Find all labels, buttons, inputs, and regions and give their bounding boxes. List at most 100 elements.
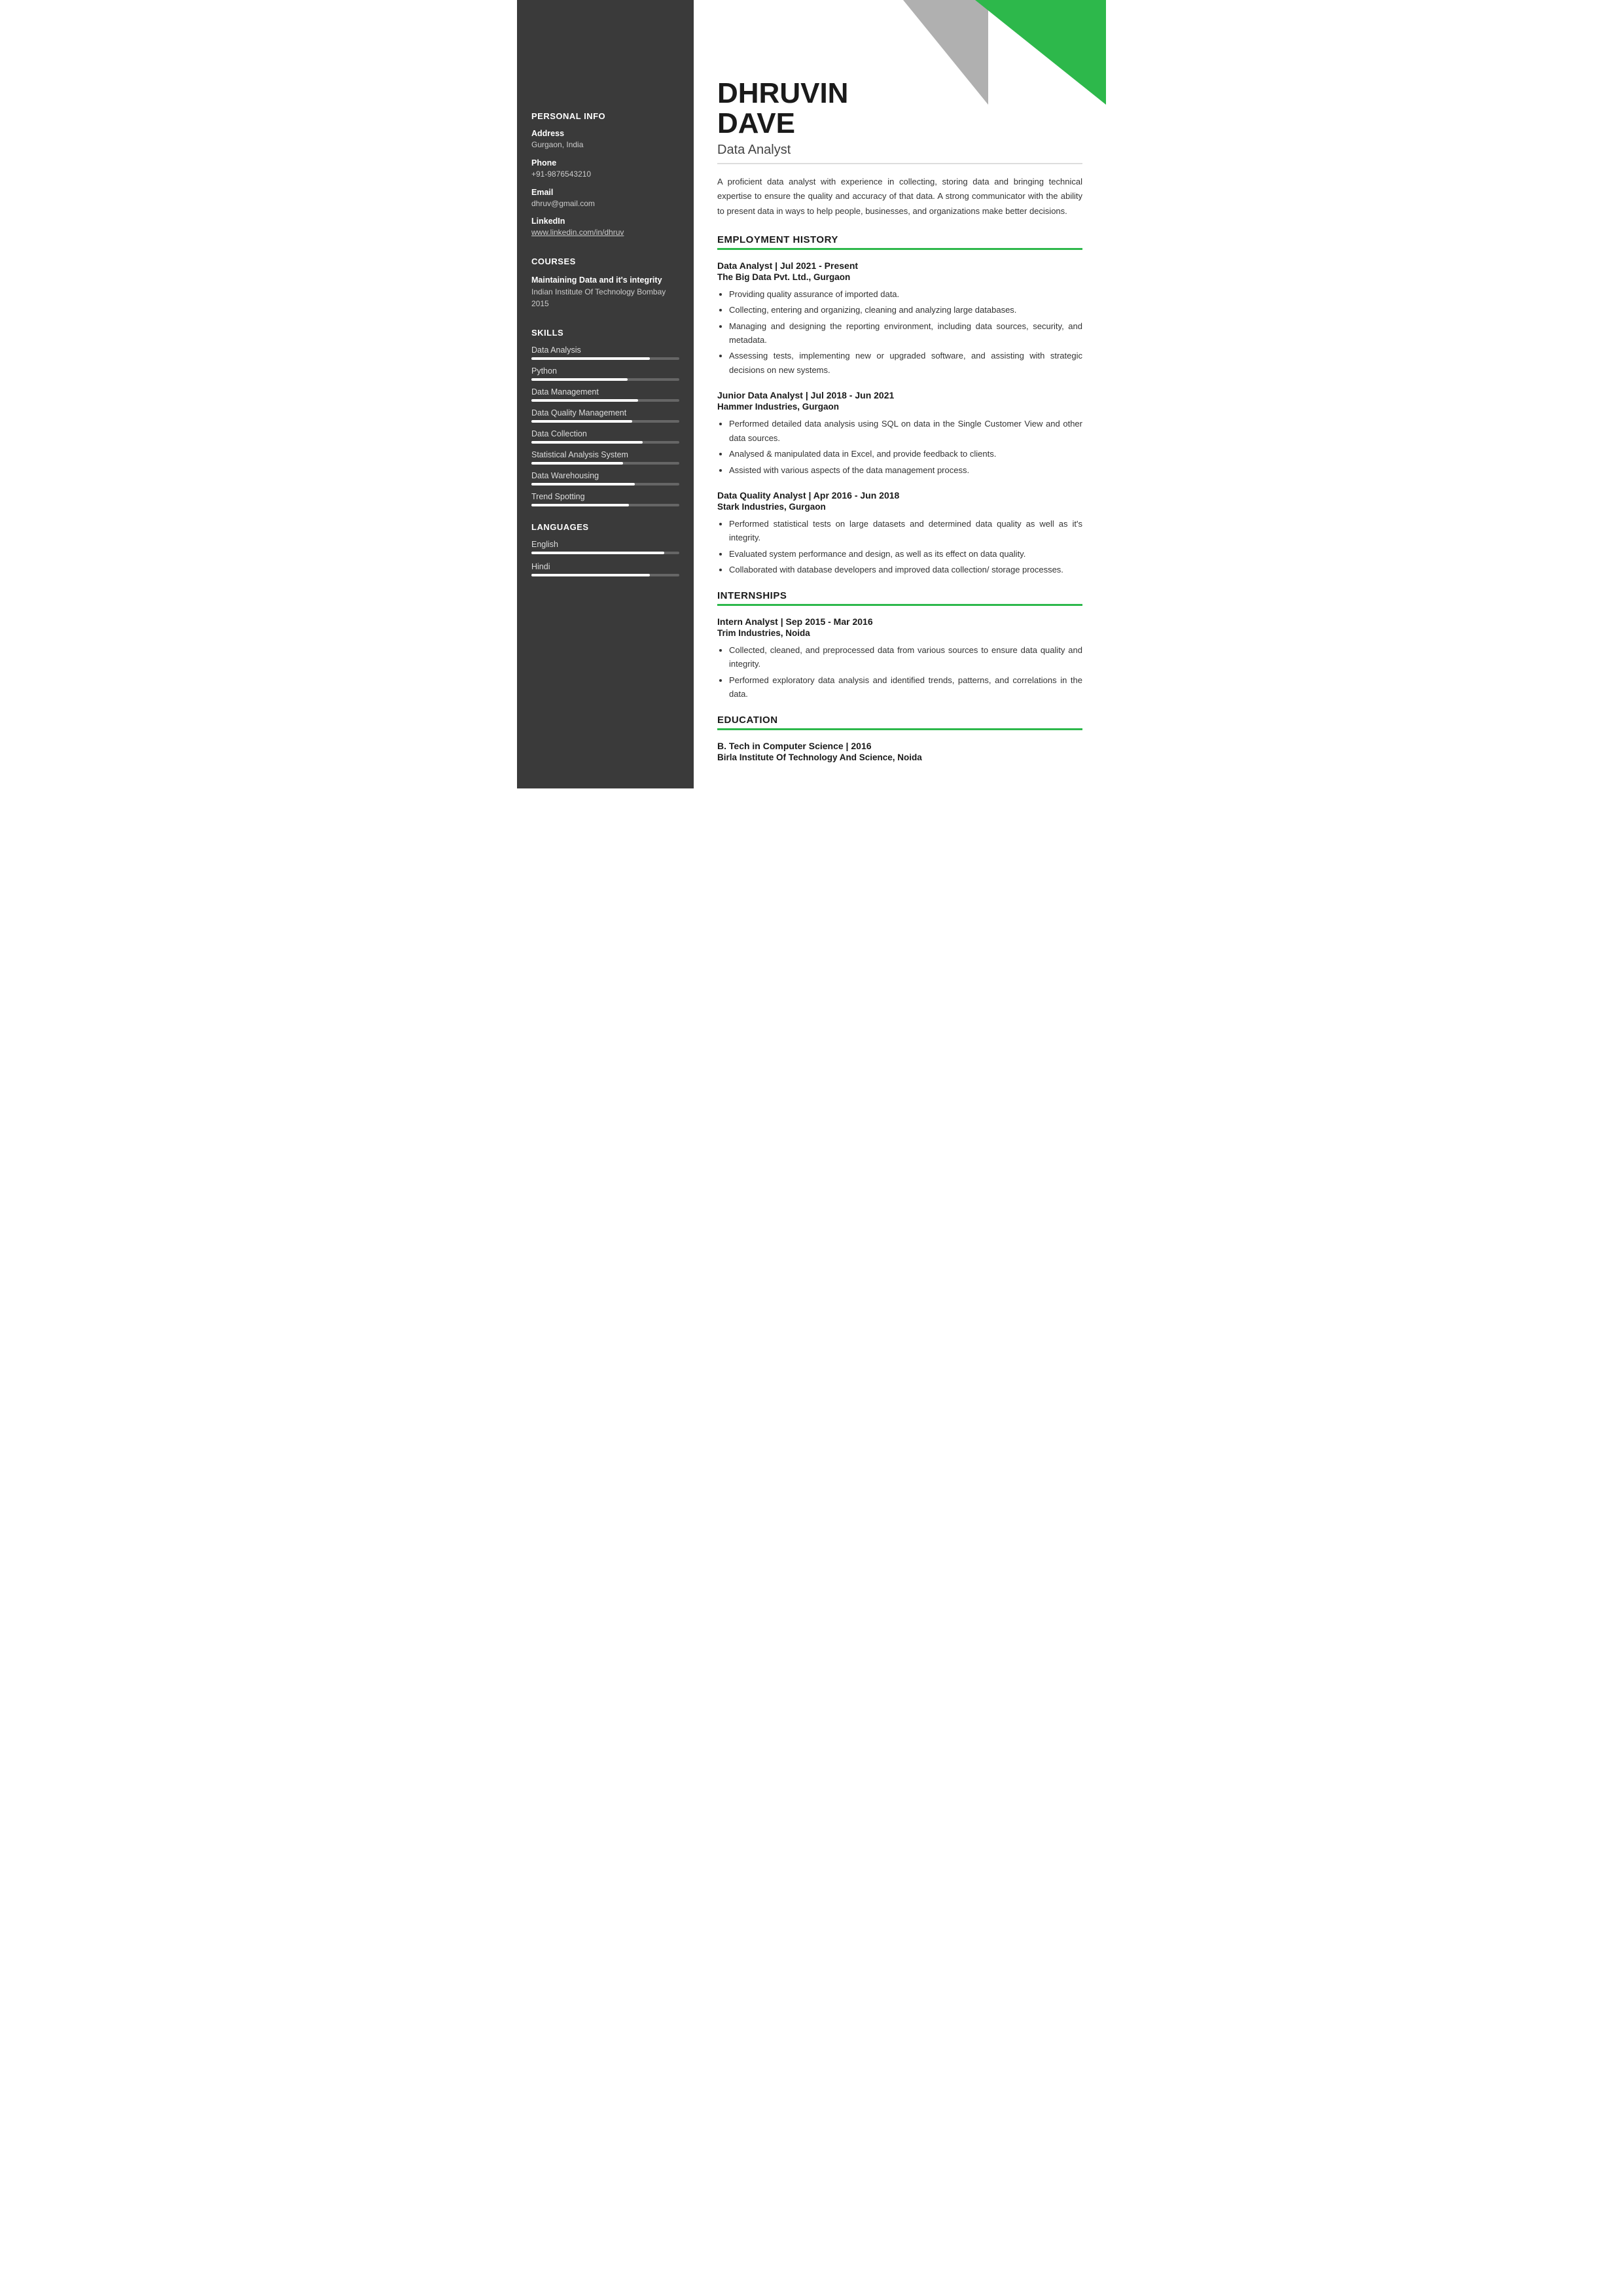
sidebar: PERSONAL INFO Address Gurgaon, India Pho… (517, 0, 694, 788)
job-company: Hammer Industries, Gurgaon (717, 402, 1082, 412)
education-list: B. Tech in Computer Science | 2016 Birla… (717, 741, 1082, 762)
email-value: dhruv@gmail.com (531, 198, 679, 209)
summary: A proficient data analyst with experienc… (717, 175, 1082, 218)
skill-name: Statistical Analysis System (531, 450, 679, 459)
skill-bar-bg (531, 378, 679, 381)
skill-bar-fill (531, 399, 638, 402)
skill-bar-fill (531, 504, 629, 506)
internships-title: INTERNSHIPS (717, 590, 1082, 601)
skill-item: Trend Spotting (531, 492, 679, 506)
main-content: DHRUVIN DAVE Data Analyst A proficient d… (694, 0, 1106, 788)
language-name: Hindi (531, 562, 679, 571)
job-company: The Big Data Pvt. Ltd., Gurgaon (717, 272, 1082, 282)
language-name: English (531, 540, 679, 549)
job-company: Stark Industries, Gurgaon (717, 502, 1082, 512)
skill-bar-bg (531, 357, 679, 360)
name-line2: DAVE (717, 107, 795, 139)
job-entry: Junior Data Analyst | Jul 2018 - Jun 202… (717, 390, 1082, 477)
languages-title: LANGUAGES (531, 522, 679, 532)
internship-header: Intern Analyst | Sep 2015 - Mar 2016 (717, 616, 1082, 627)
edu-school: Birla Institute Of Technology And Scienc… (717, 752, 1082, 762)
courses-title: COURSES (531, 256, 679, 266)
internships-list: Intern Analyst | Sep 2015 - Mar 2016 Tri… (717, 616, 1082, 701)
education-entry: B. Tech in Computer Science | 2016 Birla… (717, 741, 1082, 762)
job-entry: Data Quality Analyst | Apr 2016 - Jun 20… (717, 490, 1082, 577)
internships-divider (717, 604, 1082, 606)
internship-company: Trim Industries, Noida (717, 628, 1082, 638)
skill-name: Data Management (531, 387, 679, 397)
language-bar-bg (531, 552, 679, 554)
internship-bullet: Performed exploratory data analysis and … (729, 673, 1082, 701)
skill-name: Data Quality Management (531, 408, 679, 417)
skill-name: Trend Spotting (531, 492, 679, 501)
phone-label: Phone (531, 158, 679, 168)
linkedin-link[interactable]: www.linkedin.com/in/dhruv (531, 228, 624, 237)
skill-bar-fill (531, 357, 650, 360)
email-label: Email (531, 188, 679, 197)
skill-name: Data Warehousing (531, 471, 679, 480)
linkedin-label: LinkedIn (531, 217, 679, 226)
skill-item: Data Warehousing (531, 471, 679, 486)
address-block: Address Gurgaon, India (531, 129, 679, 150)
job-bullets: Performed statistical tests on large dat… (717, 517, 1082, 577)
skill-bar-fill (531, 462, 623, 465)
job-bullet: Managing and designing the reporting env… (729, 319, 1082, 347)
internship-entry: Intern Analyst | Sep 2015 - Mar 2016 Tri… (717, 616, 1082, 701)
jobs-list: Data Analyst | Jul 2021 - Present The Bi… (717, 260, 1082, 577)
job-bullet: Providing quality assurance of imported … (729, 287, 1082, 301)
skill-item: Data Quality Management (531, 408, 679, 423)
job-bullet: Collaborated with database developers an… (729, 563, 1082, 576)
skill-bar-bg (531, 504, 679, 506)
language-item: Hindi (531, 562, 679, 576)
internship-bullet: Collected, cleaned, and preprocessed dat… (729, 643, 1082, 671)
education-divider (717, 728, 1082, 730)
skill-item: Data Analysis (531, 345, 679, 360)
phone-block: Phone +91-9876543210 (531, 158, 679, 180)
skill-bar-fill (531, 441, 643, 444)
job-bullet: Performed statistical tests on large dat… (729, 517, 1082, 545)
job-bullet: Assessing tests, implementing new or upg… (729, 349, 1082, 377)
name-divider (717, 163, 1082, 164)
job-title: Data Analyst (717, 143, 1082, 158)
course-year: 2015 (531, 298, 679, 309)
language-bar-bg (531, 574, 679, 576)
job-header: Junior Data Analyst | Jul 2018 - Jun 202… (717, 390, 1082, 400)
language-bar-fill (531, 574, 650, 576)
skill-item: Data Management (531, 387, 679, 402)
skill-bar-bg (531, 420, 679, 423)
education-title: EDUCATION (717, 715, 1082, 726)
skill-bar-bg (531, 399, 679, 402)
job-header: Data Analyst | Jul 2021 - Present (717, 260, 1082, 271)
internship-bullets: Collected, cleaned, and preprocessed dat… (717, 643, 1082, 701)
name-line1: DHRUVIN (717, 77, 848, 109)
email-block: Email dhruv@gmail.com (531, 188, 679, 209)
skill-item: Python (531, 366, 679, 381)
job-bullet: Evaluated system performance and design,… (729, 547, 1082, 561)
skill-item: Statistical Analysis System (531, 450, 679, 465)
skill-bar-fill (531, 483, 635, 486)
language-bar-fill (531, 552, 664, 554)
job-bullets: Providing quality assurance of imported … (717, 287, 1082, 378)
skill-name: Data Analysis (531, 345, 679, 355)
skill-name: Python (531, 366, 679, 376)
job-bullets: Performed detailed data analysis using S… (717, 417, 1082, 477)
skills-list: Data Analysis Python Data Management Dat… (531, 345, 679, 506)
course-item: Maintaining Data and it's integrity Indi… (531, 275, 679, 309)
skill-name: Data Collection (531, 429, 679, 438)
course-title: Maintaining Data and it's integrity (531, 275, 679, 285)
skill-bar-fill (531, 420, 632, 423)
linkedin-value: www.linkedin.com/in/dhruv (531, 227, 679, 238)
linkedin-block: LinkedIn www.linkedin.com/in/dhruv (531, 217, 679, 238)
address-label: Address (531, 129, 679, 138)
skill-bar-fill (531, 378, 628, 381)
page: PERSONAL INFO Address Gurgaon, India Pho… (517, 0, 1106, 788)
skills-title: SKILLS (531, 328, 679, 338)
employment-divider (717, 248, 1082, 250)
candidate-name: DHRUVIN DAVE (717, 39, 1082, 139)
languages-list: English Hindi (531, 540, 679, 576)
job-bullet: Analysed & manipulated data in Excel, an… (729, 447, 1082, 461)
skill-bar-bg (531, 483, 679, 486)
job-bullet: Assisted with various aspects of the dat… (729, 463, 1082, 477)
phone-value: +91-9876543210 (531, 169, 679, 180)
skill-bar-bg (531, 462, 679, 465)
